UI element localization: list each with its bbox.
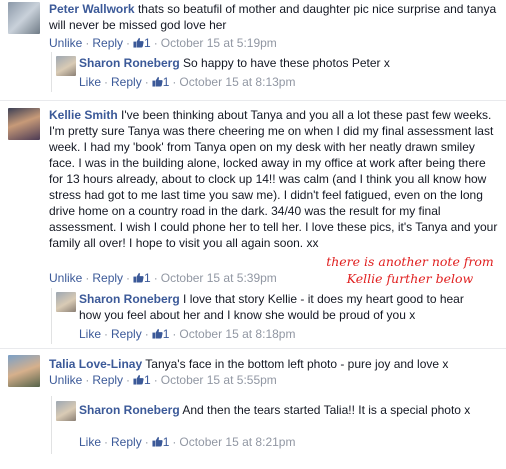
avatar[interactable] (8, 355, 40, 387)
unlike-link[interactable]: Unlike (49, 373, 82, 387)
unlike-link[interactable]: Unlike (49, 271, 82, 285)
like-link[interactable]: Like (79, 75, 101, 89)
timestamp[interactable]: October 15 at 5:19pm (161, 36, 277, 50)
like-link[interactable]: Like (79, 327, 101, 341)
thumbs-up-icon (152, 436, 163, 447)
thumbs-up-icon (133, 374, 144, 385)
reply-text: Sharon Roneberg So happy to have these p… (79, 55, 504, 71)
unlike-link[interactable]: Unlike (49, 36, 82, 50)
avatar[interactable] (56, 292, 76, 312)
timestamp[interactable]: October 15 at 8:13pm (179, 75, 295, 89)
reply-author[interactable]: Sharon Roneberg (79, 56, 180, 70)
timestamp[interactable]: October 15 at 5:55pm (161, 373, 277, 387)
comment-author[interactable]: Kellie Smith (49, 108, 118, 122)
timestamp[interactable]: October 15 at 8:18pm (179, 327, 295, 341)
thumbs-up-icon (133, 272, 144, 283)
avatar[interactable] (56, 56, 76, 76)
comment-body: I've been thinking about Tanya and you a… (49, 108, 498, 250)
reply-author[interactable]: Sharon Roneberg (79, 403, 180, 417)
like-count[interactable]: 1 (133, 373, 151, 387)
timestamp[interactable]: October 15 at 5:39pm (161, 271, 277, 285)
reply-body: So happy to have these photos Peter x (183, 56, 390, 70)
comment-actions: Unlike · Reply · 1 · October 15 at 5:55pm (49, 373, 277, 387)
comment-text: Peter Wallwork thats so beatufil of moth… (49, 1, 499, 33)
reply-link[interactable]: Reply (111, 75, 142, 89)
avatar[interactable] (8, 2, 40, 34)
comment-actions: Unlike · Reply · 1 · October 15 at 5:19pm (49, 36, 277, 50)
like-count[interactable]: 1 (152, 327, 169, 341)
comment-author[interactable]: Talia Love-Linay (49, 357, 142, 371)
avatar[interactable] (56, 401, 76, 421)
reply-link[interactable]: Reply (111, 435, 142, 449)
reply-link[interactable]: Reply (111, 327, 142, 341)
avatar[interactable] (8, 108, 40, 140)
reply-text: Sharon Roneberg I love that story Kellie… (79, 291, 484, 323)
thumbs-up-icon (152, 328, 163, 339)
reply-link[interactable]: Reply (92, 373, 123, 387)
annotation-line: there is another note from (326, 254, 494, 269)
reply-link[interactable]: Reply (92, 271, 123, 285)
reply-thread: Sharon Roneberg And then the tears start… (51, 396, 506, 454)
thumbs-up-icon (152, 76, 163, 87)
reply-body: And then the tears started Talia!! It is… (182, 403, 471, 417)
like-count[interactable]: 1 (152, 435, 169, 449)
reply-thread: Sharon Roneberg I love that story Kellie… (51, 288, 506, 344)
reply-thread: Sharon Roneberg So happy to have these p… (51, 52, 506, 92)
comment-body: Tanya's face in the bottom left photo - … (145, 357, 449, 371)
timestamp[interactable]: October 15 at 8:21pm (179, 435, 295, 449)
reply-author[interactable]: Sharon Roneberg (79, 292, 180, 306)
reply-actions: Like · Reply · 1 · October 15 at 8:13pm (79, 75, 296, 89)
comment-actions: Unlike · Reply · 1 · October 15 at 5:39pm (49, 271, 277, 285)
reply-actions: Like · Reply · 1 · October 15 at 8:21pm (79, 435, 296, 449)
like-count[interactable]: 1 (133, 36, 151, 50)
comment-text: Kellie Smith I've been thinking about Ta… (49, 107, 501, 251)
divider (0, 100, 506, 101)
annotation-note: there is another note from Kellie furthe… (315, 253, 505, 287)
reply-link[interactable]: Reply (92, 36, 123, 50)
like-count[interactable]: 1 (152, 75, 169, 89)
comment-author[interactable]: Peter Wallwork (49, 2, 135, 16)
thumbs-up-icon (133, 37, 144, 48)
like-count[interactable]: 1 (133, 271, 151, 285)
like-link[interactable]: Like (79, 435, 101, 449)
reply-actions: Like · Reply · 1 · October 15 at 8:18pm (79, 327, 296, 341)
divider (0, 348, 506, 349)
reply-text: Sharon Roneberg And then the tears start… (79, 402, 479, 418)
annotation-line: Kellie further below (346, 271, 474, 286)
comment-text: Talia Love-Linay Tanya's face in the bot… (49, 356, 499, 372)
